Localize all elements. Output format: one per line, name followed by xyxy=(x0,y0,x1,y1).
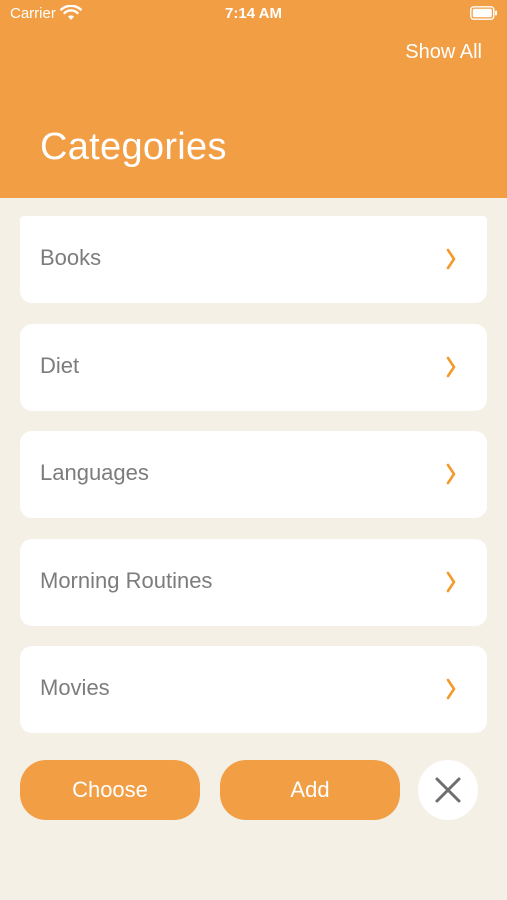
chevron-right-icon xyxy=(446,356,456,377)
show-all-button[interactable]: Show All xyxy=(405,41,482,64)
category-row-languages[interactable]: Languages xyxy=(20,431,487,518)
close-button[interactable] xyxy=(418,760,478,820)
battery-icon xyxy=(470,6,497,20)
choose-button[interactable]: Choose xyxy=(20,760,200,820)
category-row-books[interactable]: Books xyxy=(20,216,487,303)
add-button[interactable]: Add xyxy=(220,760,400,820)
status-bar: Carrier 7:14 AM xyxy=(0,0,507,30)
chevron-right-icon xyxy=(446,463,456,485)
category-label: Movies xyxy=(40,675,110,700)
category-row-movies[interactable]: Movies xyxy=(20,646,487,733)
category-label: Morning Routines xyxy=(40,567,213,593)
page-title: Categories xyxy=(40,126,227,168)
chevron-right-icon xyxy=(446,678,456,700)
category-label: Languages xyxy=(40,460,149,485)
status-time: 7:14 AM xyxy=(225,5,282,22)
category-row-morning-routines[interactable]: Morning Routines xyxy=(20,538,487,626)
chevron-right-icon xyxy=(446,248,456,270)
close-icon xyxy=(435,777,461,803)
category-row-diet[interactable]: Diet xyxy=(20,323,487,411)
chevron-right-icon xyxy=(446,571,456,592)
category-label: Books xyxy=(40,245,102,270)
category-label: Diet xyxy=(40,352,80,378)
header-bar: Carrier 7:14 AM Show All Categories xyxy=(0,0,507,198)
category-list: Books Diet Languages Morning Routines Mo… xyxy=(20,216,487,754)
